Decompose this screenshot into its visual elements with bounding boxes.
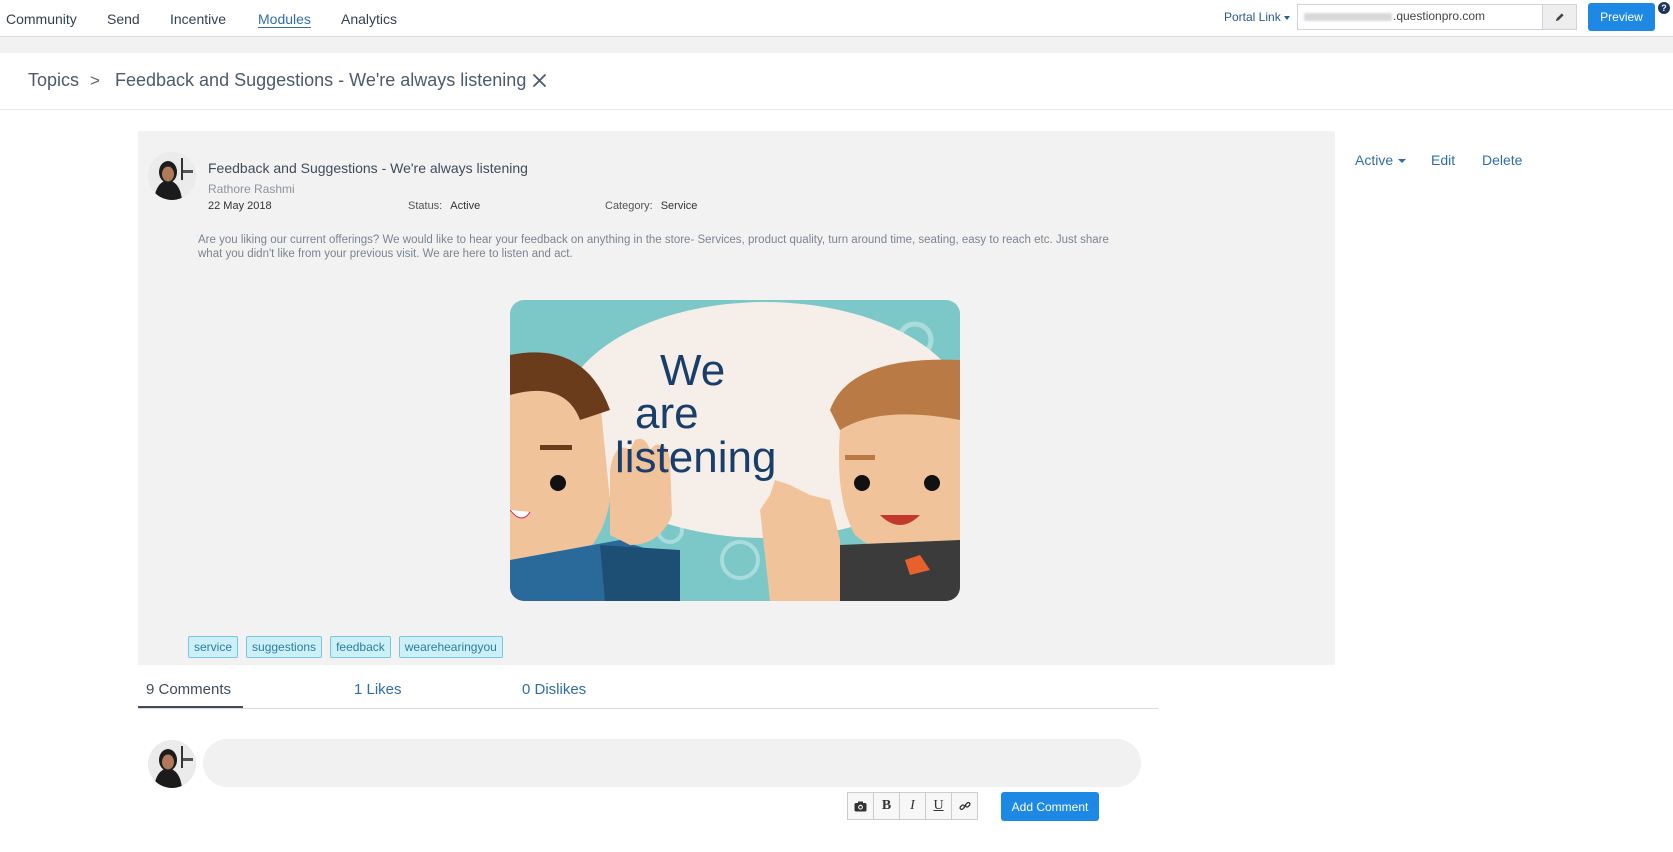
page-band (0, 37, 1673, 53)
camera-icon (854, 801, 867, 811)
nav-modules[interactable]: Modules (258, 11, 311, 27)
image-text-we: We (660, 346, 725, 395)
nav-send[interactable]: Send (107, 11, 140, 27)
post-date: 22 May 2018 (208, 200, 272, 212)
caret-down-icon (1398, 159, 1407, 164)
breadcrumb-separator: > (90, 71, 100, 90)
post-title: Feedback and Suggestions - We're always … (208, 160, 528, 176)
status-value: Active (450, 200, 481, 212)
engagement-tabs: 9 Comments 1 Likes 0 Dislikes (138, 668, 1158, 709)
tab-dislikes[interactable]: 0 Dislikes (522, 681, 586, 698)
portal-domain: .questionpro.com (1393, 9, 1486, 23)
redacted-subdomain (1304, 12, 1392, 21)
portal-url-field[interactable]: .questionpro.com (1297, 4, 1543, 30)
nav-analytics[interactable]: Analytics (341, 11, 397, 27)
delete-link[interactable]: Delete (1482, 152, 1522, 168)
link-icon (958, 801, 971, 811)
portal-link-label: Portal Link (1224, 10, 1281, 24)
category-label: Category: (605, 200, 653, 212)
tag-service[interactable]: service (188, 636, 239, 658)
add-comment-button[interactable]: Add Comment (1001, 792, 1099, 821)
status-dropdown-label: Active (1355, 152, 1394, 168)
breadcrumb: Topics > Feedback and Suggestions - We'r… (0, 53, 1673, 110)
underline-button[interactable]: U (925, 792, 952, 820)
caret-down-icon (1283, 15, 1290, 20)
preview-button[interactable]: Preview (1588, 3, 1655, 31)
nav-incentive[interactable]: Incentive (170, 11, 226, 27)
topic-post: Feedback and Suggestions - We're always … (138, 131, 1335, 665)
nav-community[interactable]: Community (6, 11, 77, 27)
category-value: Service (660, 200, 698, 212)
bold-button[interactable]: B (873, 792, 900, 820)
tag-list: service suggestions feedback wearehearin… (188, 636, 503, 658)
close-icon[interactable] (532, 73, 547, 88)
image-text-listening: listening (615, 433, 776, 482)
breadcrumb-current: Feedback and Suggestions - We're always … (115, 70, 527, 90)
italic-button[interactable]: I (899, 792, 926, 820)
commenter-avatar (148, 740, 196, 788)
post-author: Rathore Rashmi (208, 182, 295, 196)
portal-edit-button[interactable] (1543, 4, 1577, 30)
tab-comments[interactable]: 9 Comments (146, 681, 231, 698)
post-category: Category: Service (605, 200, 697, 212)
breadcrumb-topics-link[interactable]: Topics (28, 70, 79, 91)
post-image: We are listening (510, 300, 960, 601)
post-status: Status: Active (408, 200, 480, 212)
tab-likes[interactable]: 1 Likes (354, 681, 402, 698)
top-navigation: Community Send Incentive Modules Analyti… (0, 0, 1673, 37)
portal-link-dropdown[interactable]: Portal Link (1224, 10, 1290, 24)
comment-input[interactable] (203, 739, 1141, 787)
status-label: Status: (408, 200, 443, 212)
post-description: Are you liking our current offerings? We… (198, 234, 1109, 260)
pencil-icon (1555, 12, 1564, 21)
insert-image-button[interactable] (847, 792, 874, 820)
tag-wearehearingyou[interactable]: wearehearingyou (398, 636, 503, 658)
avatar (148, 152, 196, 200)
help-icon[interactable]: ? (1658, 2, 1670, 14)
tag-feedback[interactable]: feedback (330, 636, 391, 658)
edit-link[interactable]: Edit (1431, 152, 1455, 168)
tag-suggestions[interactable]: suggestions (246, 636, 323, 658)
image-text-are: are (635, 389, 699, 438)
comment-format-toolbar: B I U (847, 792, 978, 820)
active-tab-indicator (138, 706, 243, 708)
insert-link-button[interactable] (951, 792, 978, 820)
status-dropdown[interactable]: Active (1355, 152, 1407, 168)
